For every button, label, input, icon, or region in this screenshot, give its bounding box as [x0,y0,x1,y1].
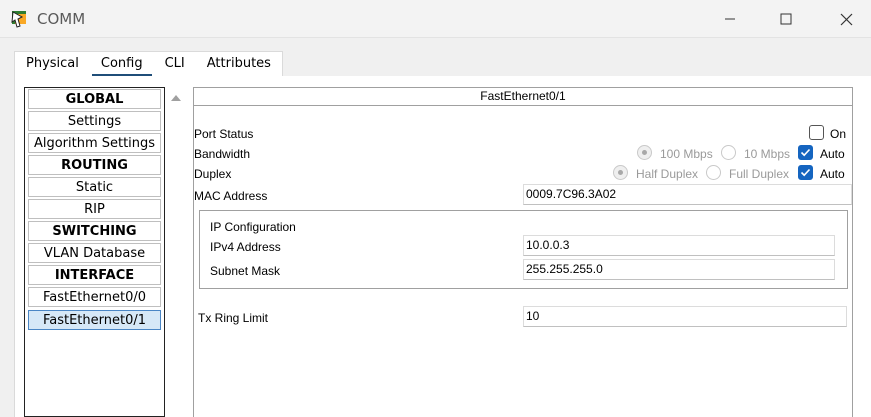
bandwidth-label: Bandwidth [194,147,251,161]
ipv4-address-label: IPv4 Address [210,240,281,254]
bandwidth-10-label: 10 Mbps [744,147,791,161]
tab-attributes[interactable]: Attributes [196,52,282,77]
close-icon [840,13,852,25]
tab-bar: Physical Config CLI Attributes [14,51,283,77]
nav-header-switching[interactable]: SWITCHING [28,221,161,241]
tab-config[interactable]: Config [90,52,154,77]
duplex-half-label: Half Duplex [636,167,699,181]
bandwidth-10-radio[interactable] [721,145,736,160]
nav-scrollbar[interactable] [165,87,185,417]
tx-ring-limit-label: Tx Ring Limit [198,311,269,325]
app-icon [11,11,26,28]
title-bar: COMM [0,0,871,38]
config-nav-list: GLOBAL Settings Algorithm Settings ROUTI… [24,87,165,417]
port-status-label: Port Status [194,127,254,141]
bandwidth-100-label: 100 Mbps [660,147,713,161]
ipv4-address-field[interactable]: 10.0.0.3 [523,235,835,256]
tab-cli[interactable]: CLI [154,52,196,77]
subnet-mask-field[interactable]: 255.255.255.0 [523,259,835,280]
checkmark-icon [800,148,811,157]
nav-item-settings[interactable]: Settings [28,111,161,131]
window-title: COMM [37,10,86,28]
subnet-mask-label: Subnet Mask [210,264,281,278]
scroll-up-icon[interactable] [171,95,181,101]
nav-item-algorithm-settings[interactable]: Algorithm Settings [28,133,161,153]
minimize-button[interactable] [707,4,753,34]
duplex-full-label: Full Duplex [729,167,790,181]
duplex-half-radio[interactable] [613,165,628,180]
nav-item-static[interactable]: Static [28,177,161,197]
nav-item-rip[interactable]: RIP [28,199,161,219]
duplex-auto-label: Auto [820,167,845,181]
maximize-button[interactable] [763,4,809,34]
ip-configuration-title: IP Configuration [210,220,296,234]
panel-title: FastEthernet0/1 [193,87,853,106]
duplex-auto-checkbox[interactable] [798,165,813,180]
nav-header-routing[interactable]: ROUTING [28,155,161,175]
tab-physical[interactable]: Physical [15,52,90,77]
bandwidth-100-radio[interactable] [637,145,652,160]
mac-address-field[interactable]: 0009.7C96.3A02 [523,184,852,205]
tx-ring-limit-field[interactable]: 10 [523,306,847,327]
nav-item-vlan-database[interactable]: VLAN Database [28,243,161,263]
checkmark-icon [800,168,811,177]
bandwidth-auto-checkbox[interactable] [798,145,813,160]
nav-item-fastethernet0-0[interactable]: FastEthernet0/0 [28,287,161,307]
close-button[interactable] [823,4,869,34]
minimize-icon [725,18,735,20]
maximize-icon [780,13,792,25]
mac-address-label: MAC Address [194,189,268,203]
nav-header-interface[interactable]: INTERFACE [28,265,161,285]
port-status-checkbox[interactable] [809,125,824,140]
port-status-on-label: On [830,127,847,141]
nav-header-global[interactable]: GLOBAL [28,89,161,109]
duplex-full-radio[interactable] [706,165,721,180]
nav-item-fastethernet0-1[interactable]: FastEthernet0/1 [28,310,161,330]
bandwidth-auto-label: Auto [820,147,845,161]
duplex-label: Duplex [194,167,232,181]
